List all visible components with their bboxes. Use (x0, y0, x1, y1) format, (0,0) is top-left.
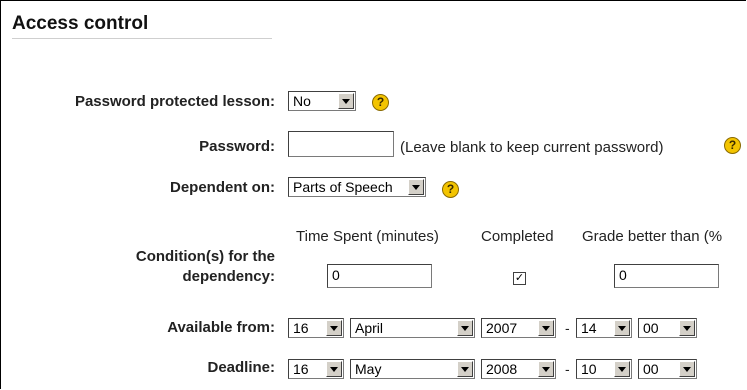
help-icon[interactable]: ? (372, 94, 389, 111)
available-minute-value: 00 (643, 320, 659, 336)
available-month-value: April (355, 320, 384, 336)
deadline-hour-value: 10 (581, 361, 597, 377)
chevron-down-icon (614, 320, 630, 336)
chevron-down-icon (408, 179, 424, 195)
chevron-down-icon (457, 320, 473, 336)
password-hint: (Leave blank to keep current password) (400, 139, 664, 156)
available-hour-select[interactable]: 14 (576, 318, 632, 338)
chevron-down-icon (538, 320, 554, 336)
deadline-minute-value: 00 (643, 361, 659, 377)
chevron-down-icon (457, 361, 473, 377)
deadline-month-value: May (355, 361, 382, 377)
available-hour-value: 14 (581, 320, 597, 336)
completed-checkbox[interactable]: ✓ (513, 272, 526, 285)
grade-input[interactable]: 0 (614, 264, 719, 288)
dependent-on-value: Parts of Speech (293, 179, 393, 195)
completed-header: Completed (481, 228, 554, 245)
available-day-value: 16 (293, 320, 309, 336)
chevron-down-icon (679, 361, 695, 377)
time-separator: - (565, 320, 570, 336)
time-separator: - (565, 361, 570, 377)
available-from-label: Available from: (167, 319, 275, 336)
deadline-minute-select[interactable]: 00 (638, 359, 697, 379)
chevron-down-icon (614, 361, 630, 377)
password-protected-select[interactable]: No (288, 91, 356, 111)
deadline-day-select[interactable]: 16 (288, 359, 344, 379)
available-month-select[interactable]: April (350, 318, 475, 338)
available-year-select[interactable]: 2007 (481, 318, 556, 338)
password-protected-value: No (293, 93, 311, 109)
time-spent-input[interactable]: 0 (327, 264, 432, 288)
deadline-year-value: 2008 (486, 361, 518, 377)
help-icon[interactable]: ? (724, 137, 741, 154)
available-day-select[interactable]: 16 (288, 318, 344, 338)
password-input[interactable] (288, 131, 394, 157)
section-title: Access control (12, 13, 272, 39)
deadline-day-value: 16 (293, 361, 309, 377)
conditions-label-line1: Condition(s) for the (135, 248, 275, 265)
help-icon[interactable]: ? (442, 181, 459, 198)
chevron-down-icon (326, 320, 342, 336)
available-minute-select[interactable]: 00 (638, 318, 697, 338)
deadline-year-select[interactable]: 2008 (481, 359, 556, 379)
available-year-value: 2007 (486, 320, 518, 336)
dependent-on-label: Dependent on: (170, 179, 275, 196)
chevron-down-icon (338, 93, 354, 109)
deadline-label: Deadline: (207, 359, 275, 376)
chevron-down-icon (326, 361, 342, 377)
time-spent-header: Time Spent (minutes) (296, 228, 439, 245)
password-label: Password: (199, 138, 275, 155)
deadline-hour-select[interactable]: 10 (576, 359, 632, 379)
deadline-month-select[interactable]: May (350, 359, 475, 379)
password-protected-label: Password protected lesson: (74, 93, 275, 110)
grade-header: Grade better than (% (582, 228, 723, 245)
dependent-on-select[interactable]: Parts of Speech (288, 177, 426, 197)
conditions-label-line2: dependency: (182, 268, 275, 285)
chevron-down-icon (538, 361, 554, 377)
chevron-down-icon (679, 320, 695, 336)
